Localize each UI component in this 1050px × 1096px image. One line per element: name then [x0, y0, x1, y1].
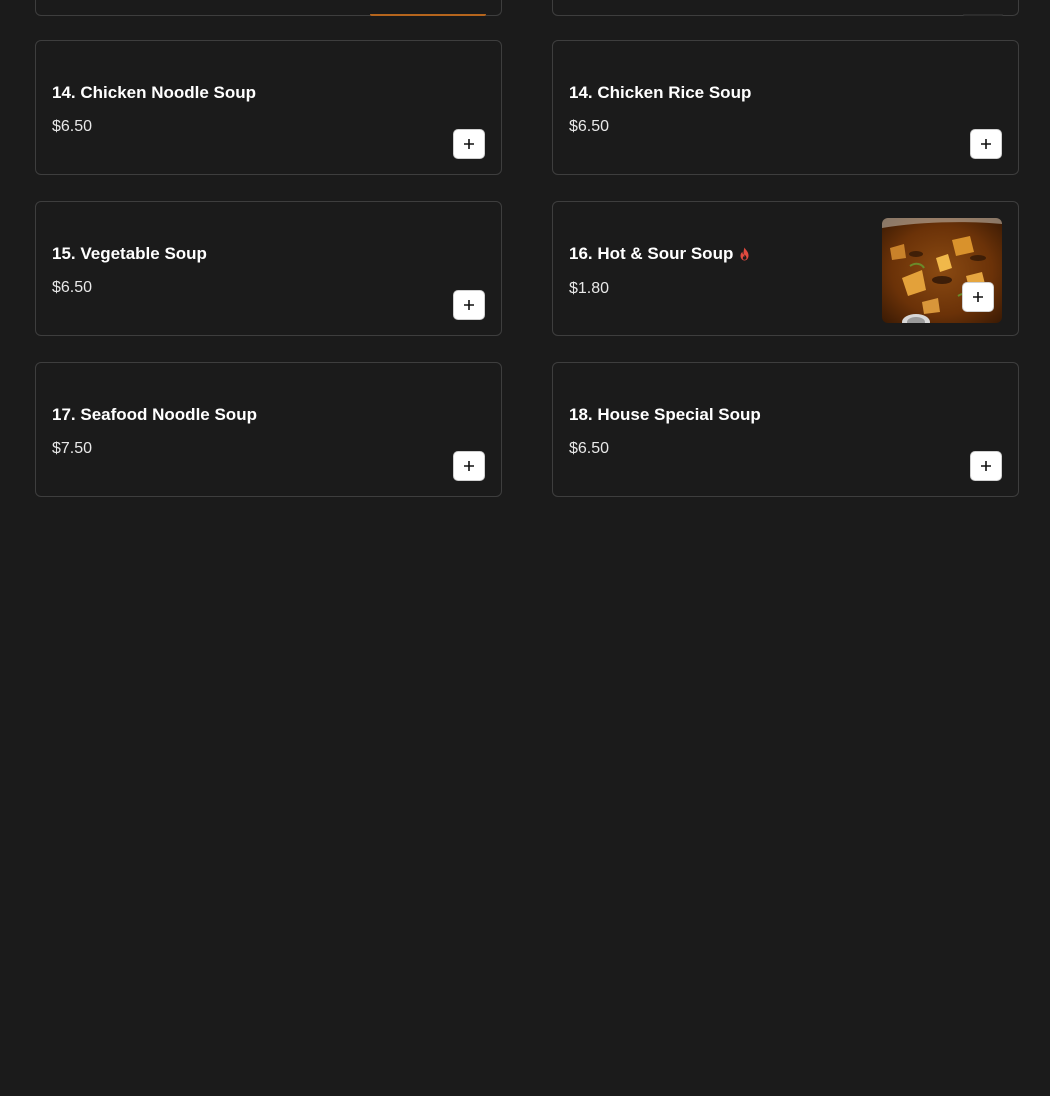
add-to-cart-button[interactable] — [453, 129, 485, 159]
menu-card-partial-right[interactable] — [552, 0, 1019, 16]
plus-icon — [464, 461, 474, 471]
menu-item-image — [963, 14, 1003, 16]
menu-item-title-text: 17. Seafood Noodle Soup — [52, 405, 257, 424]
menu-item-title: 17. Seafood Noodle Soup — [52, 405, 257, 425]
menu-item-price: $1.80 — [569, 280, 610, 297]
menu-card[interactable]: 14. Chicken Noodle Soup $6.50 — [35, 40, 502, 175]
plus-icon — [981, 461, 991, 471]
menu-grid: 14. Chicken Noodle Soup $6.50 14. Chicke… — [0, 0, 1050, 1096]
add-to-cart-button[interactable] — [453, 451, 485, 481]
menu-item-title: 14. Chicken Rice Soup — [569, 83, 751, 103]
add-to-cart-button[interactable] — [453, 290, 485, 320]
menu-item-title-text: 14. Chicken Noodle Soup — [52, 83, 257, 102]
menu-item-price: $6.50 — [52, 118, 93, 135]
add-to-cart-button[interactable] — [970, 451, 1002, 481]
menu-item-title-text: 18. House Special Soup — [569, 405, 761, 424]
menu-item-title: 15. Vegetable Soup — [52, 244, 207, 264]
menu-card[interactable]: 18. House Special Soup $6.50 — [552, 362, 1019, 497]
add-to-cart-button[interactable] — [970, 129, 1002, 159]
plus-icon — [464, 139, 474, 149]
menu-item-price: $6.50 — [569, 118, 610, 135]
menu-card[interactable]: 15. Vegetable Soup $6.50 — [35, 201, 502, 336]
menu-card[interactable]: 16. Hot & Sour Soup $1.80 — [552, 201, 1019, 336]
menu-item-title-text: 14. Chicken Rice Soup — [569, 83, 752, 102]
menu-item-image[interactable] — [882, 218, 1002, 323]
menu-item-title-text: 16. Hot & Sour Soup — [569, 244, 734, 263]
menu-card[interactable]: 14. Chicken Rice Soup $6.50 — [552, 40, 1019, 175]
menu-card[interactable]: 17. Seafood Noodle Soup $7.50 — [35, 362, 502, 497]
plus-icon — [981, 139, 991, 149]
plus-icon — [973, 292, 983, 302]
menu-card-partial-left[interactable] — [35, 0, 502, 16]
plus-icon — [464, 300, 474, 310]
add-to-cart-button[interactable] — [962, 282, 994, 312]
menu-item-price: $6.50 — [52, 279, 93, 296]
menu-item-title: 14. Chicken Noodle Soup — [52, 83, 256, 103]
menu-item-price: $6.50 — [569, 440, 610, 457]
menu-item-title-text: 15. Vegetable Soup — [52, 244, 207, 263]
flame-icon — [740, 247, 749, 261]
menu-item-title: 18. House Special Soup — [569, 405, 761, 425]
menu-item-price: $7.50 — [52, 440, 93, 457]
menu-item-image — [370, 14, 486, 16]
menu-item-title: 16. Hot & Sour Soup — [569, 244, 750, 264]
